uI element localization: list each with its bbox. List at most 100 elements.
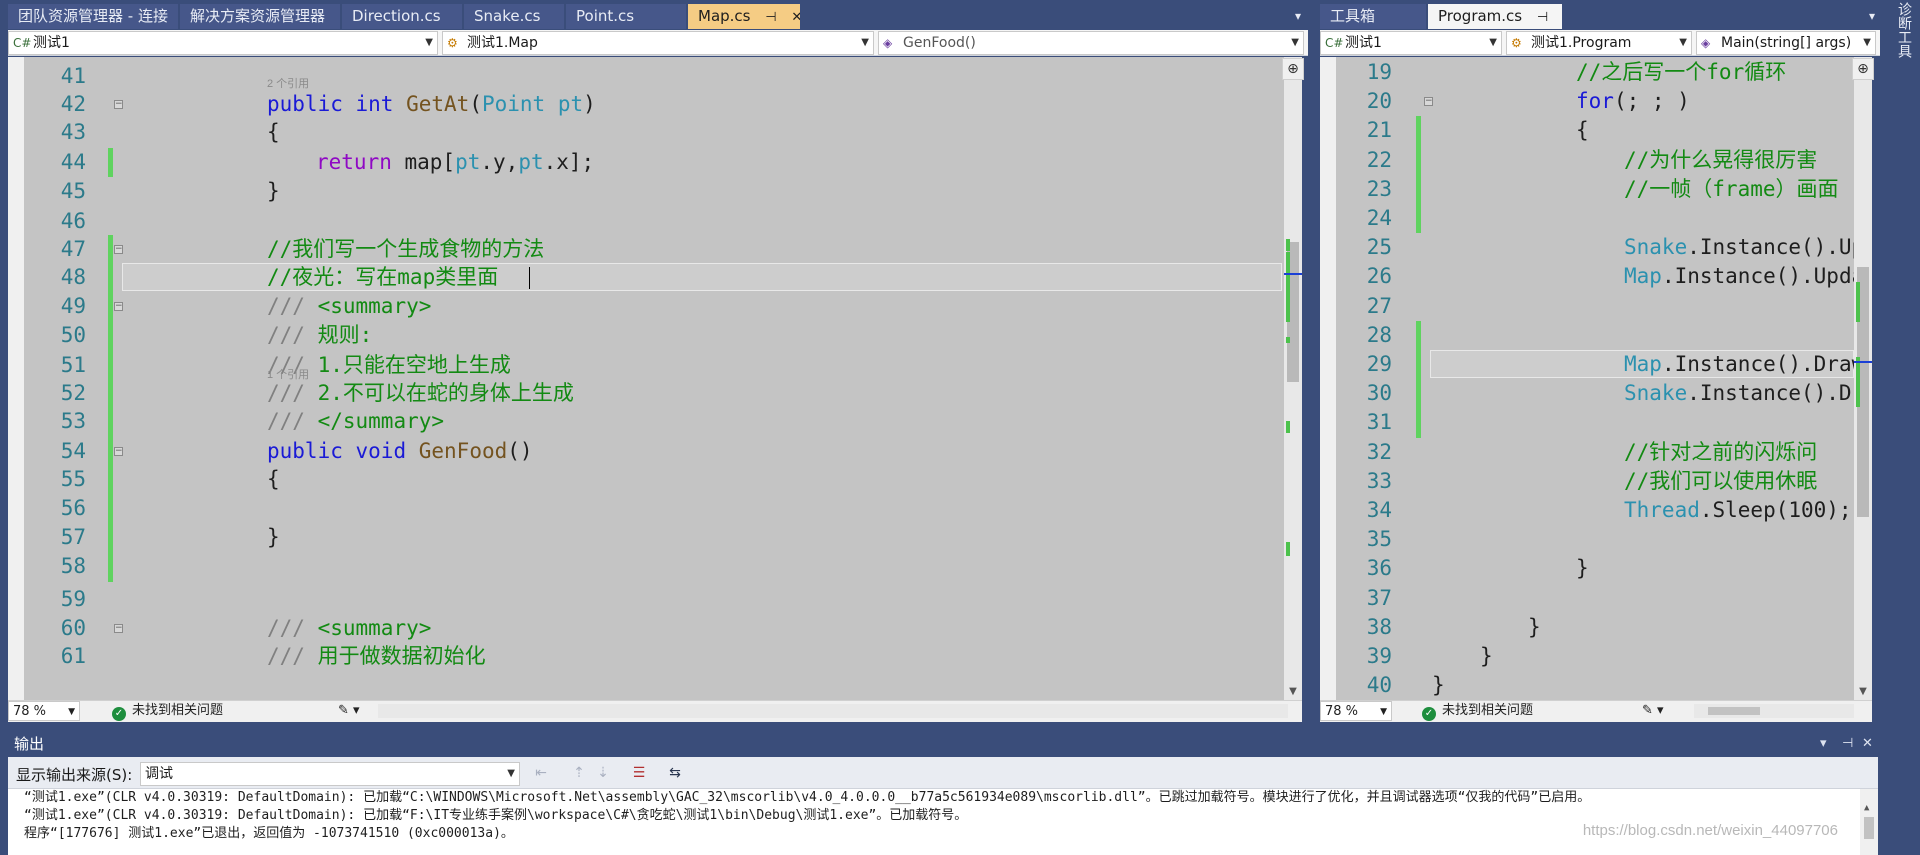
project-dropdown[interactable]: C# 测试1 ▼	[8, 31, 438, 55]
tab-program-cs[interactable]: Program.cs ⊣ ✕	[1428, 4, 1562, 29]
chevron-down-icon: ▼	[425, 37, 433, 48]
change-marker	[1286, 421, 1290, 433]
code-line[interactable]: //我们可以使用休眠	[1624, 467, 1817, 496]
output-text-area[interactable]: “测试1.exe”(CLR v4.0.30319: DefaultDomain)…	[8, 789, 1878, 855]
scroll-down-arrow-icon[interactable]: ▼	[1854, 684, 1872, 700]
code-line[interactable]: return map[pt.y,pt.x];	[316, 148, 594, 177]
close-icon[interactable]: ✕	[1862, 733, 1873, 755]
line-number: 55	[60, 467, 86, 491]
tab-map-cs[interactable]: Map.cs ⊣ ✕	[688, 4, 800, 29]
split-window-icon[interactable]: ⊕	[1282, 58, 1304, 80]
code-line[interactable]: {	[267, 465, 280, 494]
pin-icon[interactable]: ⊣	[1537, 5, 1548, 29]
code-line[interactable]: public int GetAt(Point pt)	[267, 90, 596, 119]
word-wrap-icon[interactable]: ⇆	[666, 764, 684, 782]
right-issues-indicator[interactable]: ✓ 未找到相关问题	[1422, 701, 1533, 721]
diagnostic-tools-label[interactable]: 诊断工具	[1894, 2, 1914, 58]
right-hscroll-thumb[interactable]	[1708, 707, 1760, 715]
left-issues-indicator[interactable]: ✓ 未找到相关问题	[112, 701, 223, 721]
code-line[interactable]: /// </summary>	[267, 407, 444, 436]
output-vertical-scrollbar[interactable]: ▲	[1860, 789, 1878, 855]
code-line[interactable]: //一帧（frame）画面	[1624, 175, 1839, 204]
code-line[interactable]: }	[267, 523, 280, 552]
code-line[interactable]: }	[1480, 642, 1493, 671]
line-number: 50	[60, 323, 86, 347]
code-line[interactable]: Snake.Instance().Up	[1624, 233, 1854, 262]
code-line[interactable]: /// 用于做数据初始化	[267, 642, 486, 671]
change-marker	[1286, 337, 1290, 343]
collapse-icon[interactable]: −	[114, 302, 123, 311]
collapse-icon[interactable]: −	[114, 447, 123, 456]
brush-icon[interactable]: ✎ ▾	[338, 701, 360, 721]
method-icon: ◈	[883, 36, 893, 50]
brush-icon[interactable]: ✎ ▾	[1642, 701, 1664, 721]
right-class-dropdown[interactable]: ⚙ 测试1.Program ▼	[1506, 31, 1692, 55]
output-source-dropdown[interactable]: 调试 ▼	[140, 762, 520, 786]
left-vertical-scrollbar[interactable]: ⊕ ▼	[1282, 57, 1304, 700]
right-project-dropdown[interactable]: C# 测试1 ▼	[1320, 31, 1502, 55]
code-line[interactable]: /// <summary>	[267, 292, 431, 321]
code-line[interactable]: //夜光：写在map类里面	[267, 263, 498, 292]
right-code-editor[interactable]: 19 //之后写一个for循环 20 for(; ; ) 21 {22 //为什么晃得很厉害…	[1320, 57, 1854, 700]
next-message-icon[interactable]: ⇣	[594, 764, 612, 782]
pin-icon[interactable]: ⊣	[765, 5, 776, 29]
line-number: 32	[1366, 439, 1392, 464]
class-dropdown[interactable]: ⚙ 测试1.Map ▼	[442, 31, 874, 55]
code-line[interactable]: Map.Instance().Draw	[1624, 350, 1854, 379]
code-line[interactable]: /// <summary>	[267, 614, 431, 643]
code-line[interactable]: //为什么晃得很厉害	[1624, 146, 1817, 175]
tab-toolbox[interactable]: 工具箱	[1320, 4, 1426, 29]
class-icon: ⚙	[1511, 36, 1522, 50]
collapse-icon[interactable]: −	[114, 245, 123, 254]
right-member-dropdown[interactable]: ◈ Main(string[] args) ▼	[1696, 31, 1876, 55]
dropdown-arrow-icon[interactable]: ▾	[1820, 733, 1827, 755]
left-horizontal-scrollbar[interactable]	[378, 704, 1288, 718]
code-line[interactable]: public void GenFood()	[267, 437, 533, 466]
scroll-up-arrow-icon[interactable]: ▲	[1864, 803, 1869, 813]
diagnostic-tools-sidebar[interactable]: 诊断工具	[1888, 0, 1920, 855]
pin-icon[interactable]: ⊣	[1842, 733, 1853, 755]
tab-map-cs-label: Map.cs	[698, 7, 751, 25]
previous-message-icon[interactable]: ⇡	[570, 764, 588, 782]
code-line[interactable]: /// 2.不可以在蛇的身体上生成	[267, 379, 574, 408]
code-line[interactable]: for(; ; )	[1576, 87, 1690, 116]
reference-count-lens[interactable]: 2 个引用	[267, 75, 309, 91]
caret-position-marker	[1284, 273, 1302, 275]
tab-direction-cs[interactable]: Direction.cs	[342, 4, 462, 29]
code-line[interactable]: {	[267, 118, 280, 147]
scroll-down-arrow-icon[interactable]: ▼	[1284, 684, 1302, 700]
tab-team-explorer[interactable]: 团队资源管理器 - 连接	[8, 4, 178, 29]
close-icon[interactable]: ✕	[791, 5, 800, 29]
tab-solution-explorer[interactable]: 解决方案资源管理器	[180, 4, 340, 29]
code-line[interactable]: //之后写一个for循环	[1576, 58, 1786, 87]
find-message-icon[interactable]: ⇤	[532, 764, 550, 782]
code-line[interactable]: Map.Instance().Upda	[1624, 262, 1854, 291]
reference-count-lens[interactable]: 1 个引用	[267, 366, 309, 382]
clear-all-icon[interactable]: ☰	[630, 764, 648, 782]
tab-point-cs[interactable]: Point.cs	[566, 4, 686, 29]
collapse-icon[interactable]: −	[114, 624, 123, 633]
tab-overflow-chevron-icon[interactable]: ▾	[1288, 4, 1308, 29]
code-line[interactable]: //针对之前的闪烁问	[1624, 438, 1817, 467]
collapse-icon[interactable]: −	[1424, 97, 1433, 107]
right-vertical-scrollbar[interactable]: ⊕ ▼	[1852, 57, 1874, 700]
code-line[interactable]: Snake.Instance().Dr	[1624, 379, 1854, 408]
code-line[interactable]: }	[1528, 613, 1541, 642]
member-dropdown[interactable]: ◈ GenFood() ▼	[878, 31, 1304, 55]
collapse-icon[interactable]: −	[114, 100, 123, 109]
scroll-thumb[interactable]	[1864, 817, 1874, 839]
left-code-editor[interactable]: 41 2 个引用 42 public int GetAt(Point pt) 43 {44…	[8, 57, 1284, 700]
right-tab-overflow-chevron-icon[interactable]: ▾	[1862, 4, 1882, 29]
code-line[interactable]: /// 规则:	[267, 321, 372, 350]
right-zoom-dropdown[interactable]: 78 % ▼	[1320, 701, 1392, 721]
code-line[interactable]: }	[1432, 671, 1445, 700]
right-horizontal-scrollbar[interactable]	[1694, 704, 1854, 718]
code-line[interactable]: }	[267, 177, 280, 206]
left-zoom-dropdown[interactable]: 78 % ▼	[8, 701, 80, 721]
code-line[interactable]: //我们写一个生成食物的方法	[267, 235, 544, 264]
split-window-icon[interactable]: ⊕	[1852, 58, 1874, 80]
code-line[interactable]: }	[1576, 554, 1589, 583]
code-line[interactable]: Thread.Sleep(100);	[1624, 496, 1852, 525]
code-line[interactable]: {	[1576, 116, 1589, 145]
tab-snake-cs[interactable]: Snake.cs	[464, 4, 564, 29]
